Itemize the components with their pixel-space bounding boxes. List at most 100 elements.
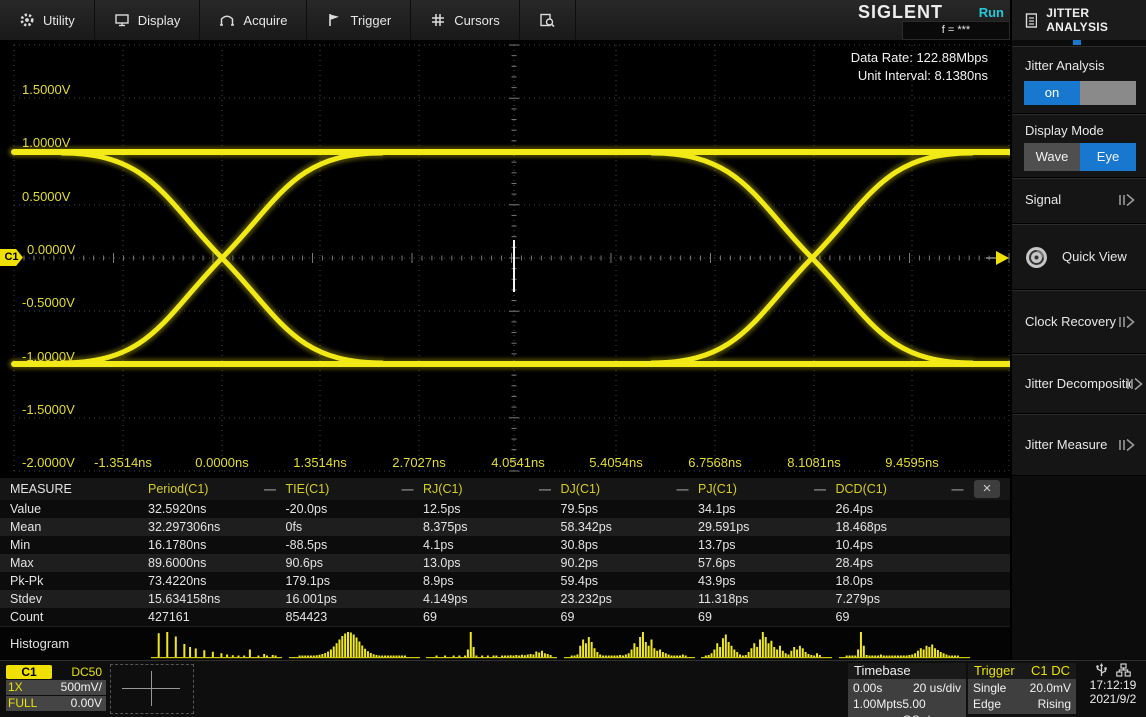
timebase-points: 1.00Mpts [853,697,903,711]
channel-name-badge: C1 [6,665,52,679]
trigger-position-box [110,664,194,714]
measure-column-header: PJ(C1) [698,482,737,496]
display-icon [115,14,129,27]
table-title: MEASURE [10,482,72,496]
sidebar-item-clock-recovery[interactable]: Clock Recovery [1012,290,1146,354]
measure-value: 4.1ps [423,538,454,552]
x-axis-label: 5.4054ns [589,455,643,470]
measure-value: 90.2ps [560,556,599,570]
sidebar-title: JITTER ANALYSIS [1046,6,1109,34]
sidebar-item-jitter-decomposition[interactable]: Jitter Decomposition [1012,354,1146,414]
measure-value: 8.375ps [423,520,468,534]
crosshair-icon [151,671,152,706]
y-axis-label: 1.5000V [22,82,71,97]
trigger-type: Edge [973,697,1002,711]
measure-value: 15.634158ns [148,592,221,606]
menu-acquire[interactable]: Acquire [200,0,308,40]
histogram-dcd [838,632,970,659]
brand-logo: SIGLENT [858,2,944,22]
collapse-column-button[interactable]: — [952,482,964,496]
menu-trigger[interactable]: Trigger [307,0,412,40]
table-header-row: MEASURE Period(C1) — TIE(C1) — RJ(C1) — DJ(C1) —… [0,478,1010,500]
frequency-counter: f = *** [902,21,1010,40]
x-axis-label: 0.0000ns [195,455,249,470]
trigger-level-marker [996,251,1009,265]
y-axis-label: 1.0000V [22,135,71,150]
close-table-button[interactable]: × [974,480,1000,498]
channel-bandwidth: FULL [8,696,38,710]
measure-value: 57.6ps [698,556,736,570]
measure-value: 11.318ps [698,592,749,606]
measure-value: 69 [560,610,575,624]
measure-value: 23.232ps [560,592,612,606]
display-mode-wave-button[interactable]: Wave [1024,143,1080,171]
measure-value: 4.149ps [423,592,468,606]
measure-value: 69 [423,610,437,624]
datetime-box: 17:12:19 2021/9/2 [1082,662,1144,706]
toggle-off-segment[interactable] [1080,81,1136,105]
capture-button[interactable] [520,0,576,40]
x-axis-label: 4.0541ns [491,455,545,470]
histogram-dj [563,632,695,659]
measure-value: 8.9ps [423,574,454,588]
x-axis-label: 9.4595ns [885,455,939,470]
table-row: Count 427161 854423 69 69 69 69 [0,608,1010,626]
measure-value: 13.0ps [423,556,461,570]
y-axis-label: -0.5000V [22,295,75,310]
timebase-sample-rate: 5.00 GSa/s [902,697,935,717]
menu-label: Acquire [243,12,288,28]
row-label: Stdev [10,592,42,606]
clock-date: 2021/9/2 [1089,692,1137,706]
row-label: Value [10,502,42,516]
measure-value: 69 [835,610,850,624]
measure-value: 29.591ps [698,520,750,534]
cursors-icon [432,14,445,26]
trigger-slope: Rising [1037,697,1071,711]
measure-value: 13.7ps [698,538,736,552]
measure-value: 427161 [148,610,190,624]
channel-scale: 500mV/ [60,680,102,694]
x-axis-label: 8.1081ns [787,455,841,470]
menu-utility[interactable]: Utility [0,0,95,40]
timebase-descriptor[interactable]: Timebase 0.00s 20 us/div 1.00Mpts5.00 GSa… [848,663,966,717]
clock-time: 17:12:19 [1089,678,1137,692]
section-display-mode: Display Mode Wave Eye [1012,114,1146,178]
eye-diagram [8,44,1015,472]
measure-column-header: DCD(C1) [835,482,887,496]
sidebar-header: JITTER ANALYSIS [1012,0,1146,40]
measure-value: 43.9ps [698,574,736,588]
plot-area[interactable]: Data Rate: 122.88Mbps Unit Interval: 8.1… [0,40,1015,477]
measure-value: 32.297306ns [148,520,221,534]
histogram-rj [426,632,557,659]
display-mode-eye-button[interactable]: Eye [1080,143,1136,171]
menu-cursors[interactable]: Cursors [411,0,520,40]
measure-column-header: TIE(C1) [285,482,330,496]
menu-display[interactable]: Display [95,0,201,40]
table-row: Pk-Pk 73.4220ns 179.1ps 8.9ps 59.4ps 43.9ps 18… [0,572,1010,590]
acquire-icon [220,15,235,26]
y-axis-label: 0.5000V [22,189,71,204]
trigger-position-marker [513,240,515,292]
trigger-descriptor[interactable]: Trigger C1 DC Single 20.0mV Edge Rising [968,663,1076,714]
sidebar-item-jitter-measure[interactable]: Jitter Measure [1012,414,1146,476]
collapse-column-button[interactable]: — [402,482,414,496]
acquisition-status: Run [978,5,1004,20]
toggle-on-segment[interactable]: on [1024,81,1080,105]
collapse-column-button[interactable]: — [677,482,689,496]
measure-table: MEASURE Period(C1) — TIE(C1) — RJ(C1) — DJ(C1) —… [0,478,1010,626]
channel-descriptor[interactable]: C1 DC50 1X 500mV/ FULL 0.00V [6,665,106,711]
histogram-pj [701,632,832,659]
table-row: Mean 32.297306ns 0fs 8.375ps 58.342ps 29.591p… [0,518,1010,536]
y-axis-label: -2.0000V [22,455,75,470]
collapse-column-button[interactable]: — [539,482,551,496]
data-rate-label: Data Rate: 122.88Mbps [850,50,988,65]
collapse-column-button[interactable]: — [814,482,826,496]
measure-value: 0fs [285,520,303,534]
sidebar-item-signal[interactable]: Signal [1012,178,1146,224]
trigger-level: 20.0mV [1029,681,1071,695]
sidebar-item-quick-view[interactable]: Quick View [1012,224,1146,290]
jitter-analysis-toggle[interactable]: on [1024,81,1136,105]
measure-value: 90.6ps [285,556,324,570]
usb-icon [1096,662,1107,676]
collapse-column-button[interactable]: — [264,482,276,496]
